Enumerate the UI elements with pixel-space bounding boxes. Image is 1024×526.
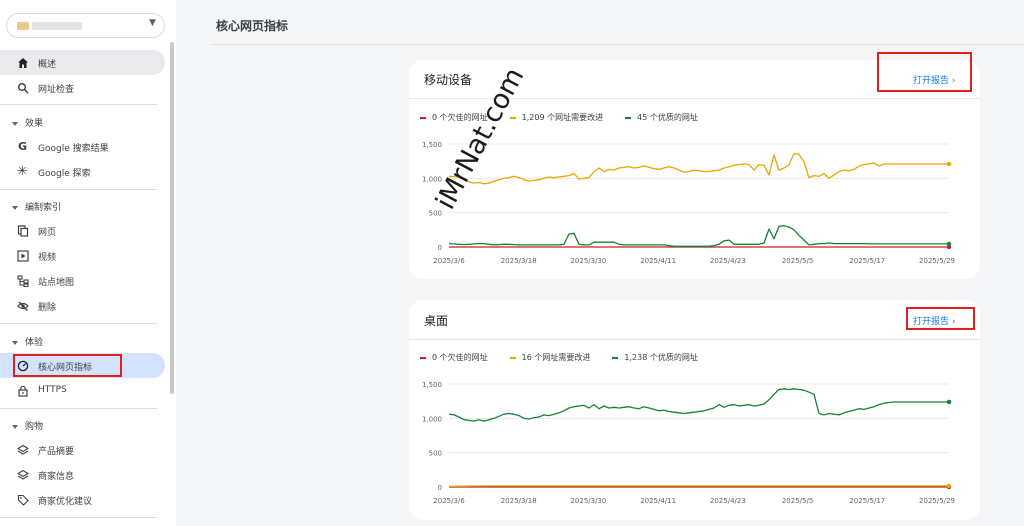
sidebar-item-label: 产品摘要 (38, 447, 75, 457)
x-tick-label: 2025/5/5 (782, 497, 813, 505)
home-icon (16, 56, 29, 69)
sidebar-item-removals[interactable]: 删除 (0, 293, 165, 318)
x-tick-label: 2025/4/23 (710, 257, 746, 265)
collapse-arrow-icon (12, 424, 18, 429)
x-tick-label: 2025/4/23 (710, 497, 746, 505)
x-tick-label: 2025/4/11 (640, 497, 676, 505)
section-performance[interactable]: 效果 (12, 116, 43, 129)
sidebar-item-product-snippets[interactable]: 产品摘要 (0, 437, 165, 462)
x-tick-label: 2025/3/18 (501, 257, 537, 265)
x-tick-label: 2025/5/17 (849, 257, 885, 265)
sidebar-item-sitemaps[interactable]: 站点地图 (0, 268, 165, 293)
sidebar-item-google-discover[interactable]: ✳ Google 探索 (0, 159, 165, 184)
dropdown-arrow-icon: ▼ (149, 18, 156, 28)
section-label: 体验 (25, 338, 44, 348)
sidebar-item-label: 删除 (38, 303, 57, 313)
sidebar: ▼ 概述 网址检查 效果 G Google 搜索结果 ✳ Google 探索 编… (0, 0, 176, 526)
x-tick-label: 2025/3/18 (501, 497, 537, 505)
series-line (448, 152, 949, 185)
section-label: 效果 (25, 119, 44, 129)
y-tick-label: 1,500 (422, 381, 442, 389)
x-tick-label: 2025/5/29 (919, 257, 955, 265)
tag-icon (16, 493, 29, 506)
highlight-box (13, 354, 122, 377)
x-tick-label: 2025/5/5 (782, 257, 813, 265)
y-tick-label: 1,500 (422, 141, 442, 149)
pages-icon (16, 224, 29, 237)
y-tick-label: 0 (438, 244, 442, 252)
section-shopping[interactable]: 购物 (12, 419, 43, 432)
sidebar-item-google-search[interactable]: G Google 搜索结果 (0, 134, 165, 159)
y-tick-label: 0 (438, 484, 442, 492)
x-tick-label: 2025/3/6 (433, 257, 465, 265)
asterisk-icon: ✳ (17, 164, 28, 179)
x-tick-label: 2025/5/29 (919, 497, 955, 505)
y-tick-label: 1,000 (422, 415, 442, 423)
sidebar-item-pages[interactable]: 网页 (0, 218, 165, 243)
y-tick-label: 500 (429, 450, 442, 458)
property-name-redacted (32, 22, 82, 30)
sidebar-item-label: 网址检查 (38, 85, 75, 95)
sidebar-divider (0, 517, 157, 518)
x-tick-label: 2025/5/17 (849, 497, 885, 505)
section-label: 编制索引 (25, 203, 62, 213)
sidebar-item-label: Google 探索 (38, 169, 91, 179)
layers-icon (16, 468, 29, 481)
sidebar-item-label: 站点地图 (38, 278, 75, 288)
series-end-point (946, 483, 952, 489)
x-tick-label: 2025/4/11 (640, 257, 676, 265)
title-divider (212, 44, 1024, 45)
property-selector[interactable]: ▼ (6, 13, 165, 38)
sidebar-divider (0, 189, 157, 190)
sidebar-divider (0, 408, 157, 409)
sidebar-item-label: Google 搜索结果 (38, 144, 109, 154)
sidebar-divider (0, 104, 157, 105)
sidebar-item-label: 视频 (38, 253, 57, 263)
sidebar-item-label: 网页 (38, 228, 57, 238)
series-line (448, 225, 949, 247)
series-end-point (946, 241, 952, 247)
sidebar-divider (0, 323, 157, 324)
x-tick-label: 2025/3/30 (570, 257, 606, 265)
sidebar-scrollbar[interactable] (170, 42, 174, 394)
y-tick-label: 500 (429, 210, 442, 218)
collapse-arrow-icon (12, 340, 18, 345)
lock-icon (16, 384, 29, 397)
section-label: 购物 (25, 422, 44, 432)
google-g-icon: G (17, 140, 28, 153)
sidebar-item-label: HTTPS (38, 385, 67, 395)
collapse-arrow-icon (12, 205, 18, 210)
sidebar-item-merchant-listings[interactable]: 商家信息 (0, 462, 165, 487)
sidebar-item-merchant-opportunities[interactable]: 商家优化建议 (0, 487, 165, 512)
series-end-point (946, 161, 952, 167)
collapse-arrow-icon (12, 121, 18, 126)
layers-icon (16, 443, 29, 456)
section-indexing[interactable]: 编制索引 (12, 200, 61, 213)
x-tick-label: 2025/3/6 (433, 497, 465, 505)
sidebar-item-label: 概述 (38, 60, 57, 70)
series-end-point (946, 399, 952, 405)
desktop-chart: 0 500 1,000 1,500 2025/3/6 2025/3/18 2025/3/30… (422, 381, 955, 505)
eye-off-icon (16, 299, 29, 312)
sidebar-item-label: 商家信息 (38, 472, 75, 482)
site-favicon-icon (17, 22, 29, 30)
sidebar-item-label: 商家优化建议 (38, 497, 93, 507)
sitemap-icon (16, 274, 29, 287)
sidebar-item-https[interactable]: HTTPS (0, 378, 165, 403)
video-icon (16, 249, 29, 262)
sidebar-item-url-inspection[interactable]: 网址检查 (0, 75, 165, 100)
series-line (448, 388, 949, 422)
page-title: 核心网页指标 (216, 19, 289, 33)
search-icon (16, 81, 29, 94)
sidebar-item-overview[interactable]: 概述 (0, 50, 165, 75)
desktop-card: 桌面 打开报告 › 0 个欠佳的网址 16 个网址需要改进 1,238 个优质的… (409, 300, 980, 520)
section-experience[interactable]: 体验 (12, 335, 43, 348)
highlight-box (906, 307, 975, 330)
highlight-box (877, 52, 972, 92)
x-tick-label: 2025/3/30 (570, 497, 606, 505)
sidebar-item-videos[interactable]: 视频 (0, 243, 165, 268)
